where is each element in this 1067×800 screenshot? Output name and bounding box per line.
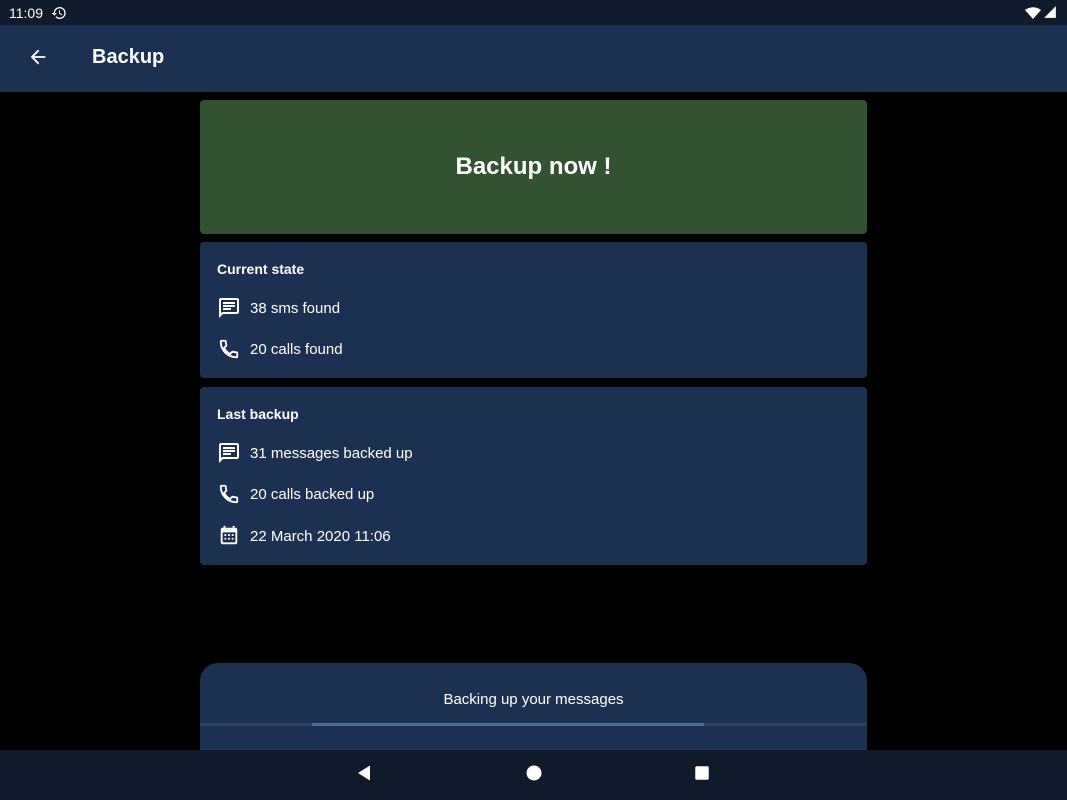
messages-backed-up-row: 31 messages backed up (217, 439, 413, 467)
backup-date: 22 March 2020 11:06 (250, 527, 391, 545)
phone-icon (217, 337, 241, 361)
backup-now-button[interactable]: Backup now ! (200, 100, 867, 234)
status-time: 11:09 (9, 4, 43, 21)
sms-count: 38 sms found (250, 299, 341, 317)
last-backup-title: Last backup (217, 406, 299, 422)
calls-backed-up-row: 20 calls backed up (217, 480, 374, 508)
phone-icon (217, 482, 241, 506)
current-state-title: Current state (217, 261, 305, 277)
nav-back-button[interactable] (354, 765, 374, 785)
nav-recents-button[interactable] (692, 765, 712, 785)
backup-progress-sheet: Backing up your messages (200, 663, 867, 763)
home-circle-icon (525, 764, 543, 787)
progress-indicator (312, 723, 704, 726)
calls-backed-up: 20 calls backed up (250, 485, 375, 503)
triangle-back-icon (355, 764, 373, 787)
arrow-back-icon (27, 46, 49, 73)
recents-square-icon (693, 764, 711, 787)
message-icon (217, 296, 241, 320)
status-icons (1025, 5, 1057, 26)
signal-icon (1043, 5, 1057, 26)
nav-home-button[interactable] (524, 765, 544, 785)
app-bar: Backup (0, 25, 1067, 92)
sms-count-row: 38 sms found (217, 294, 340, 322)
back-button[interactable] (24, 45, 52, 73)
calendar-icon (217, 524, 241, 548)
last-backup-card: Last backup 31 messages backed up 20 cal… (200, 387, 867, 565)
page-title: Backup (92, 46, 165, 68)
messages-backed-up: 31 messages backed up (250, 444, 413, 462)
calls-count: 20 calls found (250, 340, 343, 358)
backup-date-row: 22 March 2020 11:06 (217, 522, 391, 550)
calls-count-row: 20 calls found (217, 335, 343, 363)
status-bar: 11:09 (0, 0, 1067, 25)
progress-text: Backing up your messages (443, 691, 624, 708)
wifi-icon (1025, 5, 1041, 26)
progress-bar (200, 723, 867, 726)
message-icon (217, 441, 241, 465)
history-icon (51, 5, 67, 21)
navigation-bar (0, 750, 1067, 800)
current-state-card: Current state 38 sms found 20 calls foun… (200, 242, 867, 378)
